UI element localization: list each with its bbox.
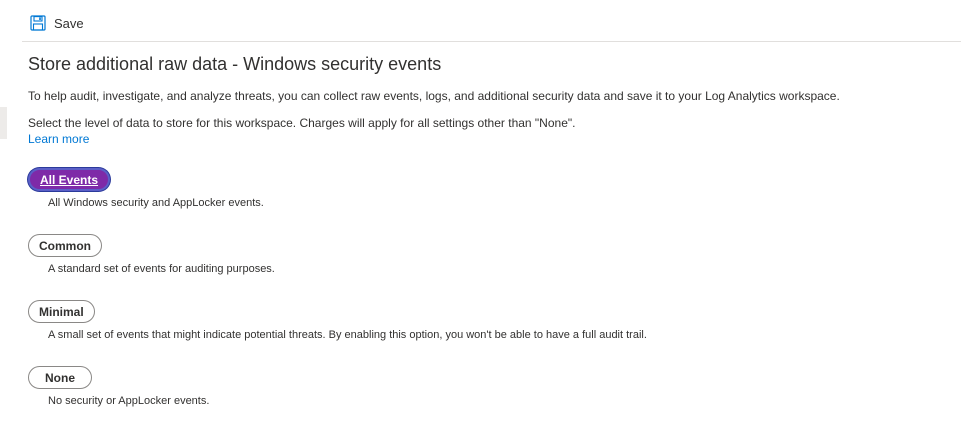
select-level-text: Select the level of data to store for th… [28, 116, 576, 130]
left-panel-edge [0, 107, 7, 139]
toolbar-divider [22, 41, 961, 42]
common-label: Common [39, 238, 91, 253]
security-events-settings-page: Save Store additional raw data - Windows… [0, 0, 961, 443]
minimal-button[interactable]: Minimal [28, 300, 95, 323]
none-button[interactable]: None [28, 366, 92, 389]
save-icon [30, 15, 46, 31]
option-common: Common A standard set of events for audi… [28, 234, 275, 275]
option-none: None No security or AppLocker events. [28, 366, 209, 407]
save-button-label: Save [54, 15, 84, 31]
page-title: Store additional raw data - Windows secu… [28, 54, 442, 74]
all-events-button[interactable]: All Events [28, 168, 111, 191]
common-button[interactable]: Common [28, 234, 102, 257]
minimal-description: A small set of events that might indicat… [48, 329, 647, 341]
minimal-label: Minimal [39, 304, 84, 319]
option-minimal: Minimal A small set of events that might… [28, 300, 647, 341]
save-button[interactable]: Save [30, 10, 84, 36]
common-description: A standard set of events for auditing pu… [48, 263, 275, 275]
description-text: To help audit, investigate, and analyze … [28, 89, 840, 103]
learn-more-link[interactable]: Learn more [28, 132, 89, 146]
option-all-events: All Events All Windows security and AppL… [28, 168, 264, 209]
all-events-label: All Events [40, 172, 99, 187]
none-description: No security or AppLocker events. [48, 395, 210, 407]
command-bar: Save [0, 0, 961, 42]
none-label: None [45, 370, 75, 385]
all-events-description: All Windows security and AppLocker event… [48, 197, 264, 209]
